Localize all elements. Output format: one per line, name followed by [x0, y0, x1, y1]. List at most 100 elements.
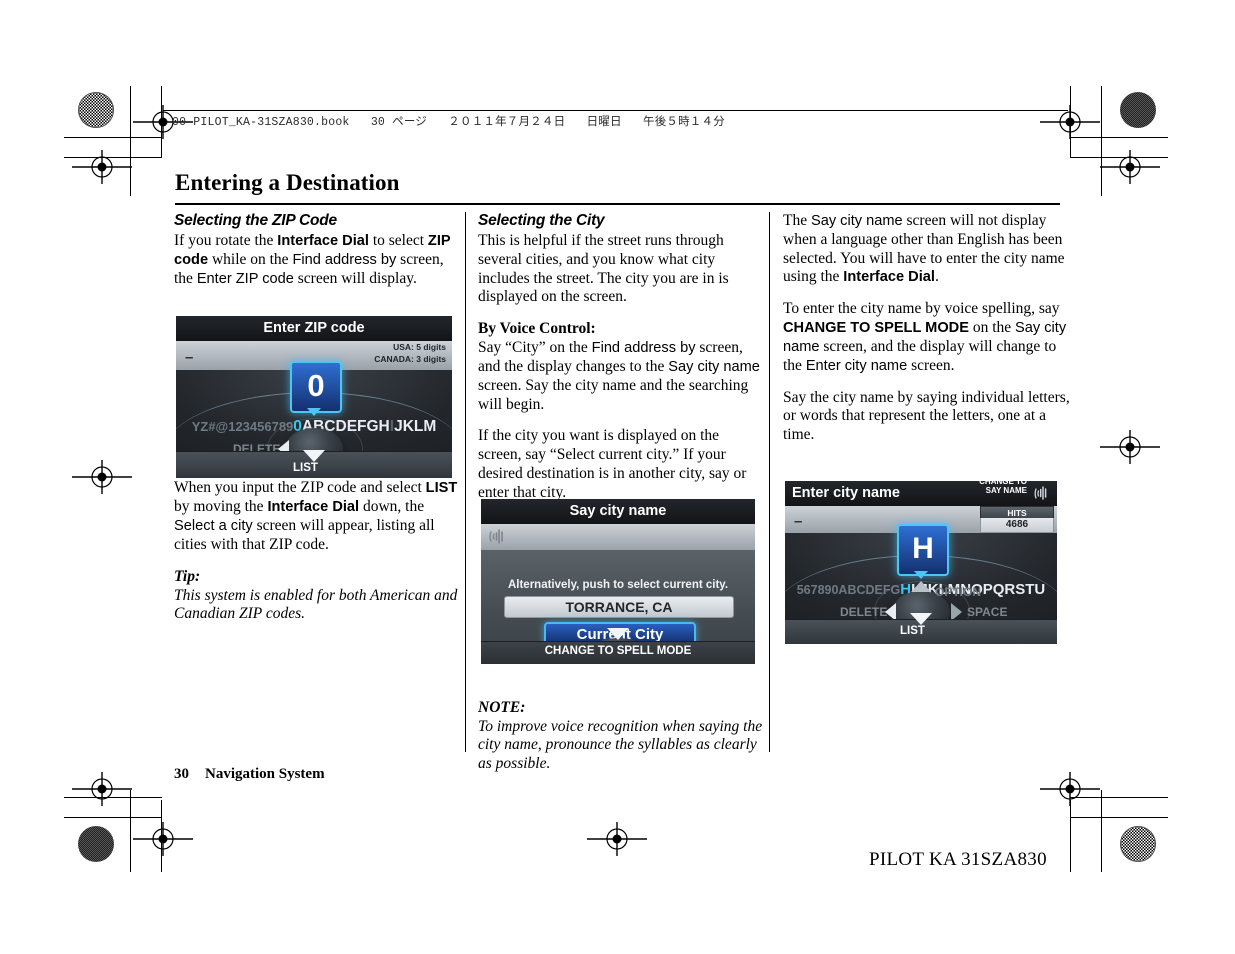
term-interface-dial: Interface Dial	[277, 233, 369, 249]
section-heading-zip: Selecting the ZIP Code	[174, 212, 337, 229]
crop-mark	[1101, 790, 1102, 872]
voice-control-label: By Voice Control:	[478, 320, 596, 338]
text-fragment: on the	[968, 319, 1016, 337]
paragraph-spelling-letters: Say the city name by saying individual l…	[783, 388, 1070, 444]
text-fragment: by moving the	[174, 498, 268, 516]
registration-crosshair	[1040, 772, 1100, 806]
spell-mode-arrow-icon[interactable]	[607, 628, 629, 640]
screen-name-say-city-name: Say city name	[810, 213, 903, 229]
change-to-say-name-label[interactable]: CHANGE TO SAY NAME	[979, 481, 1027, 495]
text-fragment: screen will display.	[293, 269, 417, 287]
note-body: To improve voice recognition when saying…	[478, 717, 763, 773]
lcd-footer-bar: CHANGE TO SPELL MODE	[481, 641, 755, 664]
lcd-title-enter-city-name: Enter city name	[792, 485, 900, 501]
paragraph-language-note: The Say city name screen will not displa…	[783, 212, 1071, 287]
tip-heading: Tip:	[174, 568, 462, 587]
solid-dot-mark-top-right	[1120, 92, 1156, 128]
text-fragment: To enter the city name by voice spelling…	[783, 300, 1060, 318]
option-label[interactable]: OPTION	[935, 585, 981, 599]
voice-control-heading: By Voice Control:	[478, 320, 766, 339]
text-fragment: while on the	[208, 250, 293, 268]
list-label[interactable]: LIST	[293, 462, 318, 474]
zip-hint-canada: CANADA: 3 digits	[374, 354, 446, 364]
text-fragment: Say “City” on the	[478, 339, 592, 357]
crop-mark	[64, 817, 162, 818]
halftone-dot-mark-bottom-left	[78, 826, 114, 862]
book-header-info: 00 PILOT_KA-31SZA830.book 30 ページ ２０１１年７月…	[172, 116, 725, 129]
paragraph-select-current-city: If the city you want is displayed on the…	[478, 427, 747, 501]
tip-label: Tip:	[174, 567, 201, 585]
list-arrow-icon[interactable]	[303, 450, 325, 462]
term-interface-dial: Interface Dial	[843, 269, 935, 286]
registration-crosshair	[72, 150, 132, 184]
text-fragment: screen. Say the city name and the search…	[478, 376, 749, 413]
registration-crosshair	[1100, 150, 1160, 184]
page-title: Entering a Destination	[175, 170, 400, 195]
zip-hint-usa: USA: 5 digits	[393, 342, 446, 352]
text-fragment: to select	[368, 232, 428, 249]
screenshot-enter-city-name: Enter city name CHANGE TO SAY NAME – HIT…	[785, 481, 1057, 644]
screen-name-find-address-by: Find address by	[591, 340, 696, 357]
title-rule	[175, 203, 1060, 205]
change-to-spell-mode-label[interactable]: CHANGE TO SPELL MODE	[481, 645, 755, 657]
registration-crosshair	[133, 822, 193, 856]
hits-value: 4686	[980, 518, 1054, 533]
text-fragment: When you input the ZIP code and select	[174, 479, 426, 497]
manual-page: 00 PILOT_KA-31SZA830.book 30 ページ ２０１１年７月…	[0, 0, 1235, 954]
tip-body: This system is enabled for both American…	[174, 586, 458, 623]
term-interface-dial: Interface Dial	[267, 499, 360, 516]
option-arrow-icon[interactable]	[911, 581, 931, 592]
screen-name-enter-zip-code: Enter ZIP code	[196, 270, 294, 287]
screen-name-say-city-name: Say city name	[668, 358, 760, 375]
registration-crosshair-left-center	[72, 460, 132, 494]
lcd-content-area: Alternatively, push to select current ci…	[481, 550, 755, 664]
screen-name-select-a-city: Select a city	[174, 518, 253, 535]
footer-section-name: Navigation System	[205, 766, 325, 782]
text-fragment: down, the	[359, 498, 425, 516]
paragraph-zip-list: When you input the ZIP code and select L…	[174, 479, 462, 554]
text-fragment: If you rotate the	[174, 232, 278, 249]
current-city-value: TORRANCE, CA	[504, 596, 734, 618]
select-current-city-prompt: Alternatively, push to select current ci…	[507, 579, 729, 591]
list-arrow-icon[interactable]	[910, 613, 932, 625]
screen-name-find-address-by: Find address by	[292, 251, 397, 268]
registration-crosshair-right-center	[1100, 430, 1160, 464]
column-three: The Say city name screen will not displa…	[783, 212, 1071, 458]
lcd-title-bar: Enter city name CHANGE TO SAY NAME	[785, 481, 1057, 507]
section-heading-city: Selecting the City	[478, 212, 605, 229]
paragraph-spell-mode: To enter the city name by voice spelling…	[783, 300, 1071, 375]
document-id: PILOT KA 31SZA830	[869, 849, 1047, 870]
registration-crosshair	[72, 772, 132, 806]
charstrip-after3: JKLM	[394, 418, 437, 435]
text-fragment: screen.	[907, 356, 955, 374]
note-label: NOTE:	[478, 698, 526, 716]
lcd-voice-bar	[481, 524, 755, 551]
list-label[interactable]: LIST	[900, 625, 925, 637]
crop-mark	[1070, 817, 1168, 818]
city-input-value: –	[794, 513, 803, 530]
delete-label[interactable]: DELETE	[840, 605, 887, 619]
registration-crosshair	[133, 105, 193, 139]
screen-name-enter-city-name: Enter city name	[805, 357, 908, 374]
column-divider	[465, 212, 466, 752]
halftone-dot-mark-bottom-right	[1120, 826, 1156, 862]
paragraph-city-intro: This is helpful if the street runs throu…	[478, 232, 729, 306]
registration-crosshair-bottom-center	[587, 822, 647, 856]
space-label[interactable]: SPACE	[967, 605, 1007, 619]
lcd-keyboard-area: 0 YZ#@1234567890ABCDEFGHIJKLM DELETE LIS…	[176, 361, 452, 478]
note-heading: NOTE:	[478, 699, 766, 718]
selected-key-pointer	[914, 571, 928, 579]
selected-key-display: H	[897, 524, 949, 576]
text-fragment: .	[934, 268, 939, 286]
screenshot-say-city-name: Say city name Alternatively, push to sel…	[481, 499, 755, 664]
lcd-title-enter-zip-code: Enter ZIP code	[176, 316, 452, 342]
crop-mark	[1070, 800, 1071, 872]
paragraph-zip-intro: If you rotate the Interface Dial to sele…	[174, 232, 462, 288]
voice-waves-icon	[488, 527, 510, 551]
page-number: 30	[174, 766, 189, 782]
halftone-dot-mark-top-left	[78, 92, 114, 128]
term-list: LIST	[425, 480, 458, 497]
column-divider	[769, 212, 770, 752]
term-change-to-spell-mode: CHANGE TO SPELL MODE	[783, 320, 969, 337]
screenshot-enter-zip-code: Enter ZIP code – USA: 5 digits CANADA: 3…	[176, 316, 452, 478]
